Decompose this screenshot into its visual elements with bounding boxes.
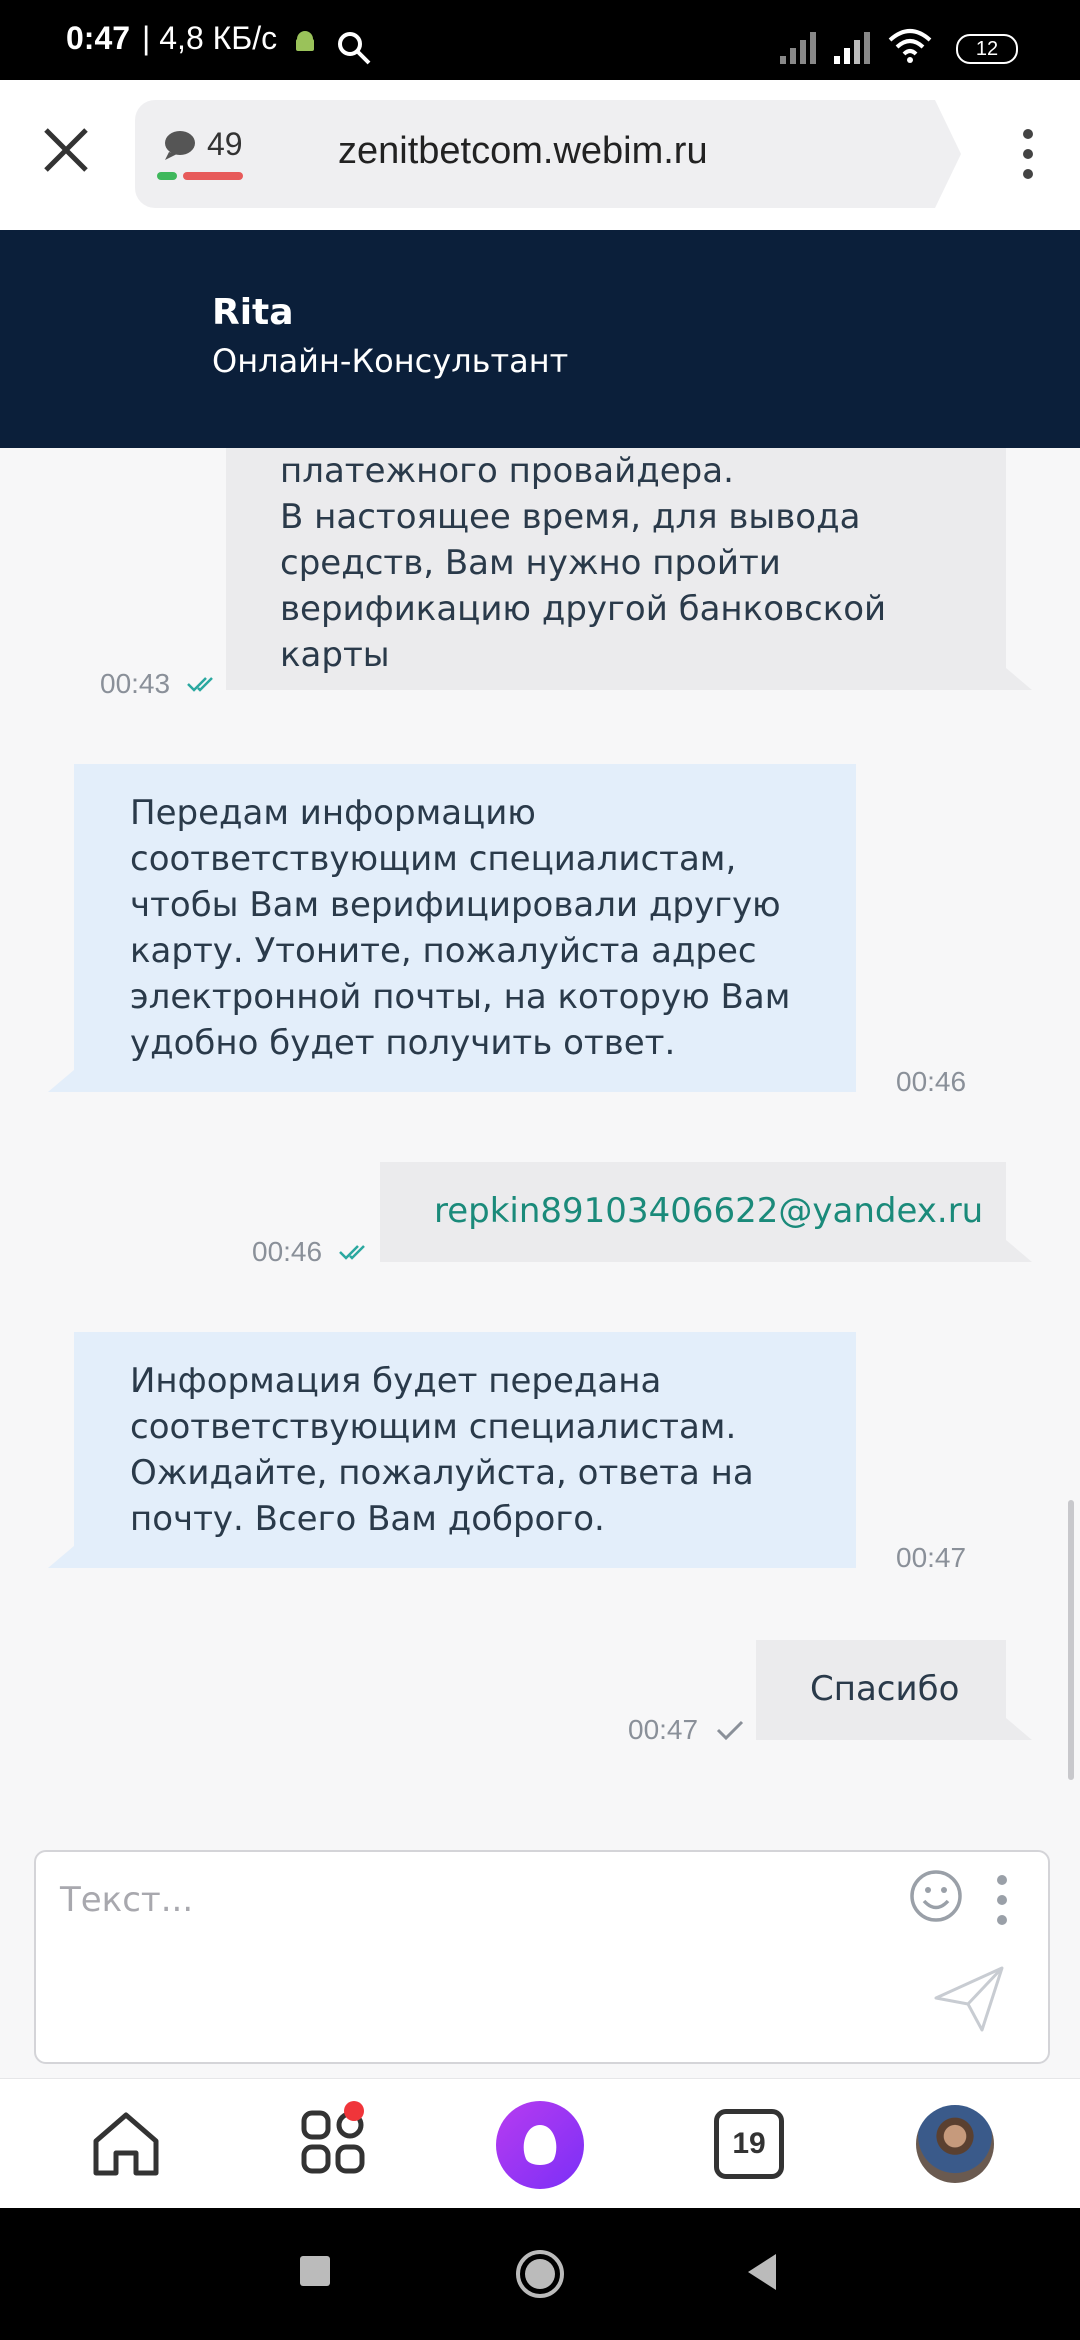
message-time: 00:47 — [896, 1542, 967, 1573]
message-bubble-outgoing: repkin89103406622@yandex.ru — [380, 1162, 1006, 1262]
back-icon[interactable] — [744, 2252, 780, 2292]
avatar[interactable] — [916, 2105, 994, 2183]
close-icon[interactable] — [38, 122, 94, 178]
recents-icon[interactable] — [298, 2254, 332, 2288]
agent-role: Онлайн-Консультант — [212, 342, 569, 380]
alice-assistant-button[interactable] — [496, 2101, 584, 2189]
message-time: 00:46 — [896, 1066, 967, 1097]
home-icon[interactable] — [86, 2103, 166, 2183]
message-time: 00:47 — [628, 1714, 699, 1745]
battery-indicator: 12 — [956, 34, 1018, 64]
message-line: платежного провайдера. — [280, 451, 734, 491]
emoji-icon[interactable] — [908, 1868, 964, 1924]
message-line: Передам информацию — [130, 793, 536, 833]
message-bubble-outgoing: Спасибо — [756, 1640, 1006, 1740]
message-bubble-incoming: Информация будет передана соответствующи… — [74, 1332, 856, 1568]
search-icon — [338, 32, 371, 65]
double-check-icon — [339, 1245, 365, 1260]
alice-icon — [523, 2125, 557, 2165]
send-icon[interactable] — [932, 1964, 1006, 2034]
bubble-tail — [1006, 1240, 1032, 1262]
address-bar[interactable]: 49 zenitbetcom.webim.ru — [135, 100, 935, 208]
app-bottom-nav: 19 — [0, 2078, 1080, 2209]
android-icon — [296, 31, 314, 51]
system-nav-bar — [0, 2208, 1080, 2340]
message-line: средств, Вам нужно пройти — [280, 543, 781, 583]
address-bar-arrow — [935, 100, 961, 208]
tab-indicator-red — [183, 172, 243, 180]
message-line: чтобы Вам верифицировали другую — [130, 885, 781, 925]
message-line: карту. Утоните, пожалуйста адрес — [130, 931, 757, 971]
notification-dot — [344, 2101, 364, 2121]
services-button[interactable] — [294, 2101, 374, 2183]
email-link[interactable]: repkin89103406622@yandex.ru — [434, 1188, 983, 1234]
net-speed: | 4,8 КБ/с — [142, 20, 278, 56]
browser-toolbar: 49 zenitbetcom.webim.ru — [0, 80, 1080, 230]
signal-icon-2 — [834, 32, 870, 64]
message-line: почту. Всего Вам доброго. — [130, 1499, 605, 1539]
message-line: Спасибо — [810, 1669, 960, 1709]
message-time: 00:46 — [252, 1236, 323, 1267]
status-bar: 0:47 | 4,8 КБ/с 12 — [0, 0, 1080, 80]
bubble-tail — [1006, 668, 1032, 690]
message-line: карты — [280, 635, 390, 675]
tab-counter[interactable]: 49 — [207, 126, 243, 163]
message-line: Ожидайте, пожалуйста, ответа на — [130, 1453, 754, 1493]
message-line: соответствующим специалистам. — [130, 1407, 737, 1447]
message-line: верификацию другой банковской — [280, 589, 887, 629]
message-line: Информация будет передана — [130, 1361, 662, 1401]
message-list[interactable]: платежного провайдера. В настоящее время… — [0, 448, 1080, 1840]
bubble-tail — [1006, 1718, 1032, 1740]
home-circle-icon[interactable] — [514, 2248, 566, 2300]
message-input-placeholder[interactable]: Текст... — [60, 1880, 193, 1920]
message-bubble-incoming: Передам информацию соответствующим специ… — [74, 764, 856, 1092]
scrollbar[interactable] — [1068, 1500, 1074, 1780]
message-line: электронной почты, на которую Вам — [130, 977, 791, 1017]
message-bubble-outgoing: платежного провайдера. В настоящее время… — [226, 448, 1006, 690]
message-line: В настоящее время, для вывода — [280, 497, 861, 537]
check-icon — [716, 1720, 744, 1741]
message-line: соответствующим специалистам, — [130, 839, 737, 879]
wifi-icon — [888, 29, 932, 63]
message-line: удобно будет получить ответ. — [130, 1023, 676, 1063]
chat-bubble-icon — [165, 131, 195, 160]
bubble-tail — [48, 1070, 74, 1092]
url-text[interactable]: zenitbetcom.webim.ru — [338, 130, 708, 173]
agent-name: Rita — [212, 292, 294, 333]
tab-indicator-green — [157, 172, 177, 180]
message-input-box[interactable]: Текст... — [34, 1850, 1050, 2064]
double-check-icon — [187, 677, 213, 692]
message-time: 00:43 — [100, 668, 171, 699]
chat-header: Rita Онлайн-Консультант — [0, 230, 1080, 448]
more-vert-icon[interactable] — [994, 1870, 1010, 1930]
status-time: 0:47 | 4,8 КБ/с — [66, 20, 278, 56]
more-vert-icon[interactable] — [1016, 124, 1040, 184]
signal-icon — [780, 32, 816, 64]
bubble-tail — [48, 1546, 74, 1568]
tabs-counter-button[interactable]: 19 — [714, 2109, 784, 2179]
